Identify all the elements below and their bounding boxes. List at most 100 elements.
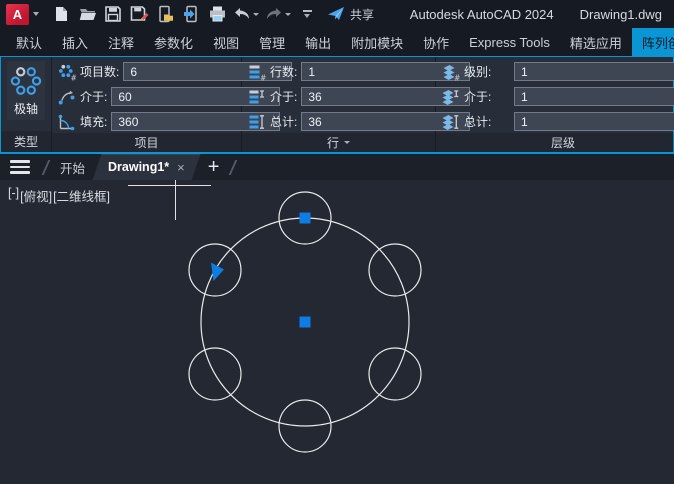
row-rows-count: # 行数:	[247, 60, 435, 83]
item-count-icon: #	[57, 63, 76, 81]
svg-text:#: #	[454, 73, 460, 81]
rows-between-label: 介于:	[270, 88, 297, 105]
app-title: Autodesk AutoCAD 2024	[410, 7, 554, 22]
tab-featured-apps[interactable]: 精选应用	[560, 28, 632, 56]
redo-caret-icon[interactable]	[285, 13, 291, 16]
app-menu-caret-icon[interactable]	[33, 12, 39, 16]
panel-type: 极轴 类型	[1, 57, 52, 152]
svg-text:#: #	[260, 73, 266, 81]
save-as-icon	[130, 5, 149, 23]
panel-footer-items: 项目	[52, 133, 241, 152]
polar-array-label: 极轴	[14, 100, 38, 117]
tab-separator	[42, 160, 51, 175]
undo-button[interactable]	[231, 2, 261, 26]
grip-center-square	[300, 317, 311, 328]
item-between-label: 介于:	[80, 88, 107, 105]
rows-count-label: 行数:	[270, 63, 297, 80]
redo-icon	[265, 7, 283, 21]
save-icon	[104, 5, 122, 23]
row-item-between: 介于:	[57, 85, 241, 108]
mobile-save-icon	[182, 5, 200, 23]
undo-icon	[233, 7, 251, 21]
share-button[interactable]: 共享	[327, 6, 374, 23]
save-button[interactable]	[101, 2, 125, 26]
tab-separator-end	[229, 160, 238, 175]
polar-array-button[interactable]: 极轴	[7, 61, 45, 120]
rows-between-icon	[247, 88, 266, 106]
hamburger-menu-icon[interactable]	[10, 160, 30, 174]
crosshair-cursor	[128, 180, 211, 220]
drawing-canvas[interactable]: [-] [俯视] [二维线框]	[0, 180, 674, 484]
open-from-mobile-button[interactable]	[153, 2, 177, 26]
item-fill-label: 填充:	[80, 113, 107, 130]
rows-footer-caret-icon	[344, 141, 350, 144]
new-file-icon	[52, 5, 70, 23]
plot-button[interactable]	[205, 2, 229, 26]
levels-between-input[interactable]	[514, 87, 674, 106]
title-bar: A	[0, 0, 674, 28]
redo-button[interactable]	[263, 2, 293, 26]
tab-array-creation-active[interactable]: 阵列创建	[632, 28, 674, 56]
panel-footer-items-label: 项目	[134, 134, 158, 151]
row-levels-total: 总计:	[441, 110, 674, 133]
levels-total-label: 总计:	[464, 113, 510, 130]
row-levels-count: # 级别:	[441, 60, 674, 83]
levels-total-input[interactable]	[514, 112, 674, 131]
tab-addins[interactable]: 附加模块	[341, 28, 413, 56]
tab-annotate[interactable]: 注释	[98, 28, 144, 56]
autocad-window: A	[0, 0, 674, 484]
row-levels-between: 介于:	[441, 85, 674, 108]
row-rows-total: 总计:	[247, 110, 435, 133]
polar-array-drawing	[0, 180, 674, 484]
open-file-button[interactable]	[75, 2, 99, 26]
open-folder-icon	[78, 5, 97, 23]
document-title: Drawing1.dwg	[580, 7, 662, 22]
item-between-icon	[57, 88, 76, 106]
row-rows-between: 介于:	[247, 85, 435, 108]
item-fill-icon	[57, 113, 76, 131]
new-file-button[interactable]	[49, 2, 73, 26]
autocad-logo[interactable]: A	[6, 4, 29, 25]
levels-total-icon	[441, 113, 460, 131]
start-tab[interactable]: 开始	[54, 158, 91, 177]
tab-insert[interactable]: 插入	[52, 28, 98, 56]
panel-footer-levels-label: 层级	[551, 134, 575, 151]
item-count-label: 项目数:	[80, 63, 119, 80]
share-label: 共享	[350, 6, 374, 23]
levels-count-input[interactable]	[514, 62, 674, 81]
ribbon-array-creation: 极轴 类型 #	[0, 56, 674, 154]
save-as-button[interactable]	[127, 2, 151, 26]
levels-count-label: 级别:	[464, 63, 510, 80]
panel-footer-rows[interactable]: 行	[242, 133, 435, 152]
mobile-open-icon	[156, 5, 174, 23]
rows-total-label: 总计:	[270, 113, 297, 130]
panel-footer-type-label: 类型	[14, 133, 38, 150]
quick-access-toolbar	[49, 2, 319, 26]
paper-plane-icon	[327, 6, 345, 22]
levels-count-icon: #	[441, 63, 460, 81]
new-drawing-button[interactable]: +	[202, 157, 226, 177]
levels-between-icon	[441, 88, 460, 106]
drawing1-tab-active[interactable]: Drawing1* ×	[95, 154, 198, 180]
save-to-mobile-button[interactable]	[179, 2, 203, 26]
close-tab-icon[interactable]: ×	[177, 160, 185, 175]
panel-footer-rows-label: 行	[327, 134, 339, 151]
tab-express-tools[interactable]: Express Tools	[459, 28, 560, 56]
panel-levels: # 级别: 介于:	[436, 57, 674, 152]
tab-collaborate[interactable]: 协作	[413, 28, 459, 56]
grip-item-square	[300, 213, 311, 224]
panel-footer-levels: 层级	[436, 133, 674, 152]
tab-output[interactable]: 输出	[295, 28, 341, 56]
printer-icon	[208, 5, 227, 23]
window-title: Autodesk AutoCAD 2024 Drawing1.dwg	[410, 7, 666, 22]
panel-items: # 项目数: 介于:	[52, 57, 242, 152]
undo-caret-icon[interactable]	[253, 13, 259, 16]
tab-view[interactable]: 视图	[203, 28, 249, 56]
levels-between-label: 介于:	[464, 88, 510, 105]
tab-default[interactable]: 默认	[6, 28, 52, 56]
qat-overflow-icon	[303, 10, 312, 18]
rows-count-icon: #	[247, 63, 266, 81]
tab-manage[interactable]: 管理	[249, 28, 295, 56]
qat-customize-button[interactable]	[295, 2, 319, 26]
tab-parametric[interactable]: 参数化	[144, 28, 203, 56]
